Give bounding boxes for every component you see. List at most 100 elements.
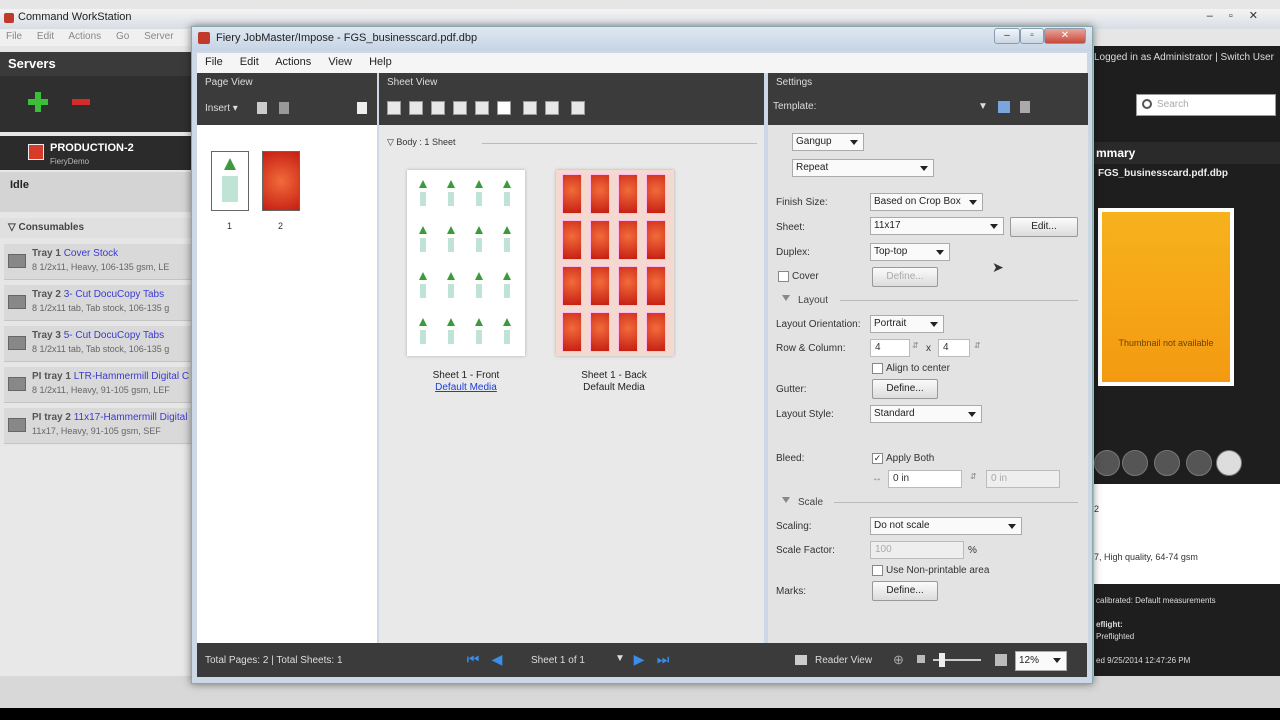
align-center-checkbox[interactable] <box>872 363 883 374</box>
columns-input[interactable]: 4 <box>938 339 970 357</box>
bleed-input-1[interactable]: 0 in <box>888 470 962 488</box>
imposed-card <box>590 174 610 214</box>
body-section-header[interactable]: ▽ Body : 1 Sheet <box>387 137 455 148</box>
scaling-dropdown[interactable]: Do not scale <box>870 517 1022 535</box>
zoom-icon[interactable] <box>1216 450 1242 476</box>
first-sheet-icon[interactable]: ⏮ <box>465 651 481 667</box>
select-tool-icon[interactable] <box>387 101 401 115</box>
bleed-stepper[interactable]: ⇵ <box>970 472 977 481</box>
bleed-input-2[interactable]: 0 in <box>986 470 1060 488</box>
remove-server-icon[interactable] <box>72 99 90 105</box>
page-tool-icon[interactable] <box>497 101 511 115</box>
insert-dropdown[interactable]: Insert ▾ <box>205 103 238 114</box>
delete-template-icon[interactable] <box>1020 101 1030 113</box>
previous-sheet-icon[interactable]: ◀ <box>489 651 505 667</box>
reader-view-icon[interactable] <box>795 655 807 665</box>
zoom-out-icon[interactable] <box>475 101 489 115</box>
menu-help[interactable]: Help <box>369 56 392 68</box>
orientation-dropdown[interactable]: Portrait <box>870 315 944 333</box>
menu-edit[interactable]: Edit <box>240 56 259 68</box>
preview-button[interactable] <box>1122 450 1148 476</box>
cws-window-buttons[interactable]: –▫✕ <box>1207 9 1274 22</box>
tray-item[interactable]: Tray 1 Cover Stock 8 1/2x11, Heavy, 106-… <box>4 244 192 280</box>
align-left-icon[interactable] <box>523 101 537 115</box>
zoom-dropdown[interactable]: 12% <box>1015 651 1067 671</box>
layout-section-toggle[interactable]: Layout <box>782 295 828 306</box>
preview-button[interactable] <box>1154 450 1180 476</box>
preview-button[interactable] <box>1186 450 1212 476</box>
zoom-slider-handle[interactable] <box>939 653 945 667</box>
menu-view[interactable]: View <box>328 56 352 68</box>
apply-both-checkbox[interactable]: ✓ <box>872 453 883 464</box>
finish-size-label: Finish Size: <box>776 197 828 208</box>
page-thumbnail[interactable] <box>211 151 249 211</box>
menu-actions[interactable]: Actions <box>275 56 311 68</box>
finish-size-dropdown[interactable]: Based on Crop Box <box>870 193 983 211</box>
maximize-button[interactable]: ▫ <box>1020 28 1044 44</box>
repeat-dropdown[interactable]: Repeat <box>792 159 934 177</box>
scale-factor-label: Scale Factor: <box>776 545 835 556</box>
sheet-dropdown[interactable]: 11x17 <box>870 217 1004 235</box>
close-button[interactable]: ✕ <box>1044 28 1086 44</box>
tray-item[interactable]: Tray 2 3- Cut DocuCopy Tabs 8 1/2x11 tab… <box>4 285 192 321</box>
add-server-icon[interactable] <box>28 92 48 112</box>
hand-tool-icon[interactable] <box>409 101 423 115</box>
align-right-icon[interactable] <box>545 101 559 115</box>
zoom-out-small-icon[interactable] <box>917 655 925 663</box>
duplex-dropdown[interactable]: Top-top <box>870 243 950 261</box>
cws-menu-go[interactable]: Go <box>116 31 129 42</box>
cws-menu-server[interactable]: Server <box>144 31 173 42</box>
cws-menu-edit[interactable]: Edit <box>37 31 54 42</box>
sheet-front[interactable] <box>407 170 525 356</box>
delete-page-icon[interactable] <box>279 102 289 114</box>
fit-icon[interactable]: ⊕ <box>893 652 904 668</box>
cws-menu-actions[interactable]: Actions <box>68 31 101 42</box>
flip-icon[interactable] <box>571 101 585 115</box>
gutter-define-button[interactable]: Define... <box>872 379 938 399</box>
trim-tool-icon[interactable] <box>431 101 445 115</box>
zoom-in-small-icon[interactable] <box>995 654 1007 666</box>
blank-page-icon[interactable] <box>357 102 367 114</box>
logo-icon <box>224 158 236 170</box>
gangup-dropdown[interactable]: Gangup <box>792 133 864 151</box>
preview-button[interactable] <box>1094 450 1120 476</box>
template-dropdown-icon[interactable]: ▼ <box>978 101 988 112</box>
cover-define-button[interactable]: Define... <box>872 267 938 287</box>
imposed-card <box>646 220 666 260</box>
scale-section-toggle[interactable]: Scale <box>782 497 823 508</box>
sheet-view-header: Sheet View <box>379 73 764 93</box>
page-icon[interactable] <box>257 102 267 114</box>
tray-item[interactable]: PI tray 1 LTR-Hammermill Digital C 8 1/2… <box>4 367 192 403</box>
server-item[interactable]: PRODUCTION-2 FieryDemo <box>0 136 192 170</box>
zoom-in-icon[interactable] <box>453 101 467 115</box>
cws-menu-file[interactable]: File <box>6 31 22 42</box>
menu-file[interactable]: File <box>205 56 223 68</box>
page-thumbnail[interactable] <box>262 151 300 211</box>
edit-sheet-button[interactable]: Edit... <box>1010 217 1078 237</box>
sheet-nav-dropdown[interactable]: ▼ <box>615 653 625 664</box>
columns-stepper[interactable]: ⇵ <box>974 341 981 350</box>
save-template-icon[interactable] <box>998 101 1010 113</box>
consumables-header[interactable]: ▽ Consumables <box>0 218 192 238</box>
tray-item[interactable]: PI tray 2 11x17-Hammermill Digital 11x17… <box>4 408 192 444</box>
template-label: Template: <box>773 101 817 112</box>
minimize-button[interactable]: – <box>994 28 1020 44</box>
rows-input[interactable]: 4 <box>870 339 910 357</box>
imposed-card <box>646 266 666 306</box>
last-sheet-icon[interactable]: ⏭ <box>655 651 671 667</box>
sheet-back[interactable] <box>556 170 674 356</box>
rows-stepper[interactable]: ⇵ <box>912 341 919 350</box>
layout-style-dropdown[interactable]: Standard <box>870 405 982 423</box>
next-sheet-icon[interactable]: ▶ <box>631 651 647 667</box>
scale-factor-input[interactable]: 100 <box>870 541 964 559</box>
tray-name: Tray 3 <box>32 330 61 341</box>
times-sign: x <box>926 343 931 354</box>
front-media-link[interactable]: Default Media <box>435 382 497 393</box>
reader-view-label[interactable]: Reader View <box>815 655 872 666</box>
cover-checkbox[interactable] <box>778 271 789 282</box>
non-printable-checkbox[interactable] <box>872 565 883 576</box>
logged-in-text[interactable]: Logged in as Administrator | Switch User <box>1094 52 1280 63</box>
search-input[interactable]: Search <box>1136 94 1276 116</box>
marks-define-button[interactable]: Define... <box>872 581 938 601</box>
tray-item[interactable]: Tray 3 5- Cut DocuCopy Tabs 8 1/2x11 tab… <box>4 326 192 362</box>
